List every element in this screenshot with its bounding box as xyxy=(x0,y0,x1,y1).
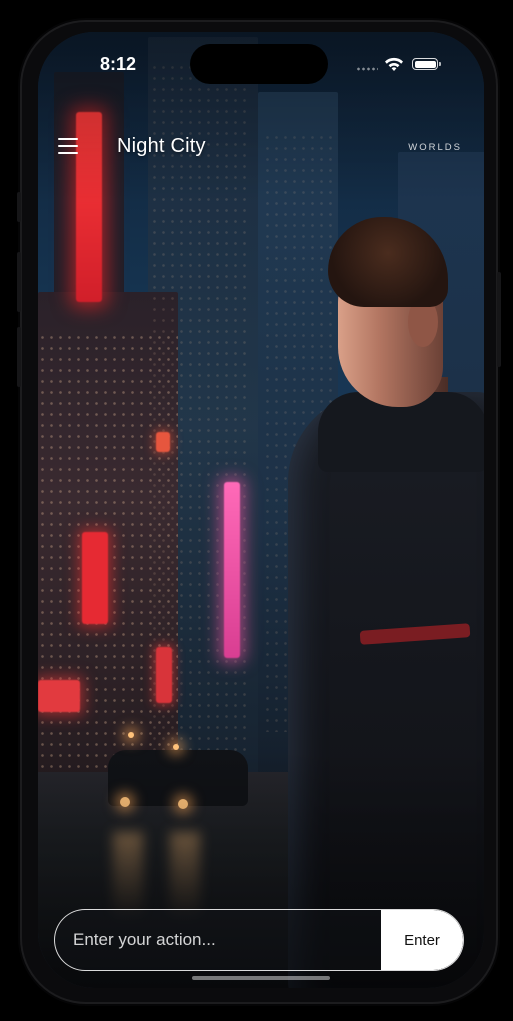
enter-button[interactable]: Enter xyxy=(381,910,463,970)
wifi-icon xyxy=(385,57,403,71)
action-button xyxy=(17,192,21,222)
page-title: Night City xyxy=(117,135,206,157)
volume-down-button xyxy=(17,327,21,387)
power-button xyxy=(497,272,501,367)
dynamic-island xyxy=(190,44,328,84)
hamburger-menu-icon[interactable] xyxy=(58,137,80,155)
worlds-link[interactable]: WORLDS xyxy=(408,142,462,153)
cellular-signal-icon xyxy=(356,67,378,71)
home-indicator[interactable] xyxy=(192,976,330,980)
phone-frame: 8:12 Night City WORLDS Enter xyxy=(17,22,501,1002)
top-nav: Night City WORLDS xyxy=(38,127,484,171)
action-input[interactable] xyxy=(55,910,381,970)
battery-icon xyxy=(412,58,441,70)
action-bar: Enter xyxy=(54,909,464,971)
volume-up-button xyxy=(17,252,21,312)
background-scene-image xyxy=(38,32,484,988)
vignette-overlay xyxy=(38,32,484,988)
app-screen: 8:12 Night City WORLDS Enter xyxy=(38,32,484,988)
status-bar: 8:12 xyxy=(38,32,484,92)
status-time: 8:12 xyxy=(100,54,137,74)
